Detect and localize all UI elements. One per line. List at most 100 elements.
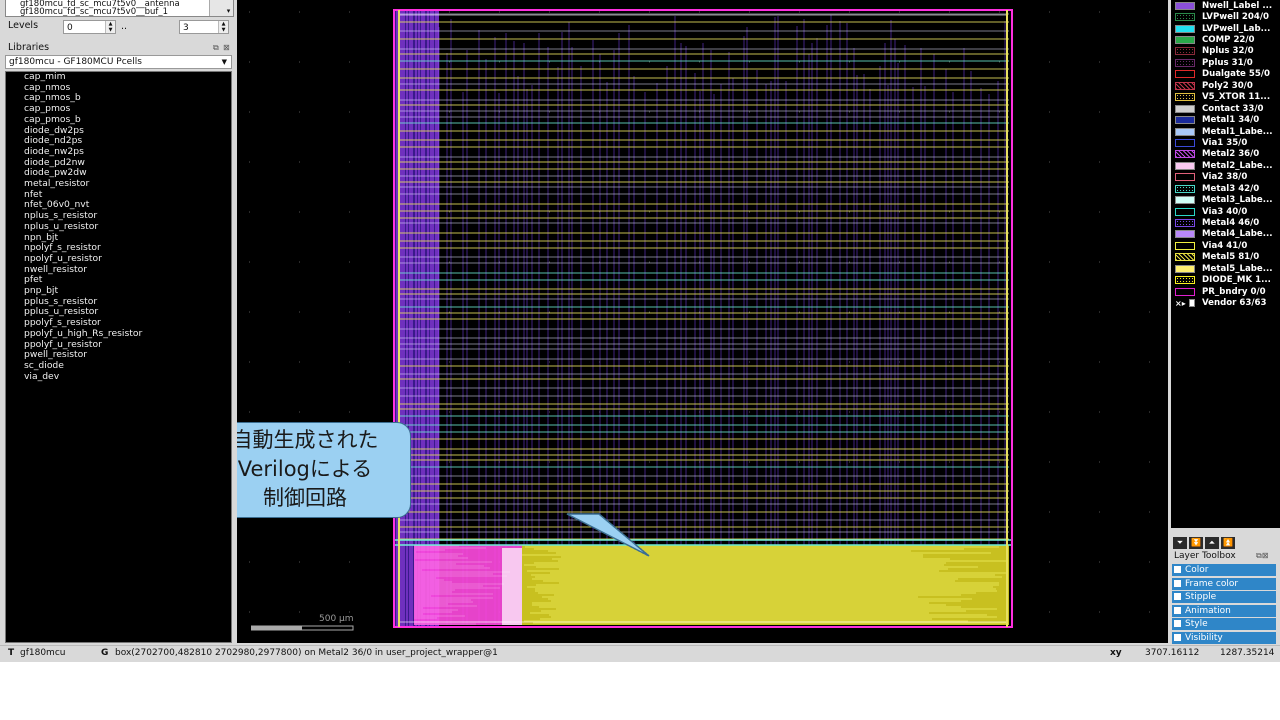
library-select-value: gf180mcu - GF180MCU Pcells xyxy=(9,57,142,67)
panel-close-icon[interactable]: ⊠ xyxy=(223,43,230,52)
toolbox-visibility[interactable]: Visibility xyxy=(1172,631,1276,644)
layer-item[interactable]: V5_XTOR 11... xyxy=(1171,92,1280,103)
tech-name: gf180mcu xyxy=(20,648,66,658)
layer-swatch xyxy=(1175,58,1195,67)
layer-item[interactable]: Metal2 36/0 xyxy=(1171,149,1280,160)
layer-name: Via1 35/0 xyxy=(1202,137,1248,148)
layer-item[interactable]: COMP 22/0 xyxy=(1171,34,1280,45)
layer-item[interactable]: ×▸ Vendor 63/63 xyxy=(1171,297,1280,308)
layer-swatch xyxy=(1175,138,1195,147)
layer-item[interactable]: Poly2 30/0 xyxy=(1171,80,1280,91)
layer-name: Pplus 31/0 xyxy=(1202,57,1253,68)
library-select[interactable]: gf180mcu - GF180MCU Pcells ▼ xyxy=(5,55,232,69)
levels-from-value: 0 xyxy=(67,23,73,33)
cell-item[interactable]: gf180mcu_fd_sc_mcu7t5v0__buf_1 xyxy=(6,8,233,16)
layer-move-buttons: ⏷ ⏬ ⏶ ⏫ xyxy=(1171,530,1280,549)
layer-item[interactable]: Metal5 81/0 xyxy=(1171,252,1280,263)
layer-name: Metal5 81/0 xyxy=(1202,252,1260,263)
pcell-item[interactable]: nplus_u_resistor xyxy=(6,221,231,233)
pcell-item[interactable]: ppolyf_u_high_Rs_resistor xyxy=(6,328,231,340)
layer-name: COMP 22/0 xyxy=(1202,35,1255,46)
layer-item[interactable]: Via2 38/0 xyxy=(1171,172,1280,183)
toolbox-color[interactable]: Color xyxy=(1172,564,1276,576)
cursor-y: 1287.35214 xyxy=(1220,648,1275,658)
layer-swatch xyxy=(1175,13,1195,22)
layer-item[interactable]: Contact 33/0 xyxy=(1171,103,1280,114)
layer-item[interactable]: Via4 41/0 xyxy=(1171,240,1280,251)
layer-item[interactable]: Nplus 32/0 xyxy=(1171,46,1280,57)
cell-list[interactable]: gf180mcu_fd_sc_mcu7t5v0__antenna gf180mc… xyxy=(5,0,234,17)
layer-name: Metal3_Labe... xyxy=(1202,195,1273,206)
layer-item[interactable]: Via3 40/0 xyxy=(1171,206,1280,217)
layer-swatch xyxy=(1175,287,1195,296)
layer-item[interactable]: Metal1 34/0 xyxy=(1171,114,1280,125)
spin-arrows-icon[interactable]: ▲ ▼ xyxy=(105,21,115,33)
layer-swatch xyxy=(1175,116,1195,125)
layer-item[interactable]: LVPwell 204/0 xyxy=(1171,11,1280,22)
toolbox-style[interactable]: Style xyxy=(1172,618,1276,631)
layer-item[interactable]: Via1 35/0 xyxy=(1171,137,1280,148)
toolbox-frame-color[interactable]: Frame color xyxy=(1172,577,1276,590)
levels-to-value: 3 xyxy=(183,23,189,33)
pcell-item[interactable]: via_dev xyxy=(6,371,231,383)
layer-item[interactable]: DIODE_MK 1... xyxy=(1171,275,1280,286)
layer-item[interactable]: Metal1_Labe... xyxy=(1171,126,1280,137)
layer-swatch xyxy=(1175,161,1195,170)
layer-item[interactable]: Metal4_Labe... xyxy=(1171,229,1280,240)
layer-item[interactable]: LVPwell_Lab... xyxy=(1171,23,1280,34)
scale-bar xyxy=(251,625,354,631)
layer-item[interactable]: Pplus 31/0 xyxy=(1171,57,1280,68)
move-top-icon[interactable]: ⏫ xyxy=(1221,537,1235,549)
levels-separator: .. xyxy=(121,21,128,32)
toolbox-float-close-icons[interactable]: ⧉⊠ xyxy=(1256,551,1268,561)
levels-from-spinbox[interactable]: 0 ▲ ▼ xyxy=(63,20,116,34)
layer-swatch xyxy=(1175,230,1195,239)
layer-name: Via4 41/0 xyxy=(1202,240,1248,251)
layer-swatch xyxy=(1175,1,1195,10)
move-down-icon[interactable]: ⏷ xyxy=(1173,537,1187,549)
hidden-layer-icon[interactable]: ×▸ xyxy=(1175,299,1186,308)
layer-list[interactable]: Nwell_Label ... LVPwell 204/0 LVPwell_Lab.… xyxy=(1171,0,1280,528)
panel-float-icon[interactable]: ⧉ xyxy=(213,43,219,53)
layer-item[interactable]: Metal3_Labe... xyxy=(1171,194,1280,205)
layer-item[interactable]: Dualgate 55/0 xyxy=(1171,69,1280,80)
layer-name: DIODE_MK 1... xyxy=(1202,275,1271,286)
layer-item[interactable]: Nwell_Label ... xyxy=(1171,0,1280,11)
layer-swatch xyxy=(1175,24,1195,33)
layer-name: Metal1_Labe... xyxy=(1202,126,1273,137)
layer-name: Metal5_Labe... xyxy=(1202,263,1273,274)
layout-canvas[interactable]: 自動生成された Verilogによる 制御回路 500 µm xyxy=(237,0,1168,643)
levels-to-spinbox[interactable]: 3 ▲ ▼ xyxy=(179,20,229,34)
cell-list-scrollbar[interactable]: ▾ xyxy=(209,0,233,16)
annotation-callout: 自動生成された Verilogによる 制御回路 xyxy=(237,422,411,518)
layer-item[interactable]: Metal4 46/0 xyxy=(1171,217,1280,228)
layer-item[interactable]: PR_bndry 0/0 xyxy=(1171,286,1280,297)
move-up-icon[interactable]: ⏶ xyxy=(1205,537,1219,549)
libraries-title: Libraries xyxy=(8,42,50,53)
levels-label: Levels xyxy=(8,20,39,31)
pcell-item[interactable]: cap_pmos_b xyxy=(6,114,231,126)
cursor-x: 3707.16112 xyxy=(1145,648,1200,658)
layer-item[interactable]: Metal2_Labe... xyxy=(1171,160,1280,171)
spin-arrows-icon[interactable]: ▲ ▼ xyxy=(218,21,228,33)
layer-name: Nplus 32/0 xyxy=(1202,46,1254,57)
toolbox-animation[interactable]: Animation xyxy=(1172,604,1276,617)
callout-line: 自動生成された xyxy=(237,428,379,452)
layer-swatch xyxy=(1175,36,1195,45)
layer-swatch xyxy=(1175,150,1195,159)
grid-indicator-label: G xyxy=(101,648,109,658)
pcell-list[interactable]: cap_mim cap_nmos cap_nmos_b cap_pmos cap_pmo… xyxy=(5,71,232,643)
move-bottom-icon[interactable]: ⏬ xyxy=(1189,537,1203,549)
callout-line: Verilogによる xyxy=(237,457,373,481)
layer-name: Dualgate 55/0 xyxy=(1202,69,1270,80)
layer-name: Metal2 36/0 xyxy=(1202,149,1260,160)
chevron-down-icon: ▼ xyxy=(221,58,227,66)
xy-label: xy xyxy=(1110,648,1122,658)
layer-swatch xyxy=(1175,196,1195,205)
layer-swatch xyxy=(1175,241,1195,250)
tech-indicator-label: T xyxy=(8,648,15,658)
callout-line: 制御回路 xyxy=(263,486,347,510)
toolbox-stipple[interactable]: Stipple xyxy=(1172,591,1276,604)
layer-item[interactable]: Metal3 42/0 xyxy=(1171,183,1280,194)
layer-item[interactable]: Metal5_Labe... xyxy=(1171,263,1280,274)
